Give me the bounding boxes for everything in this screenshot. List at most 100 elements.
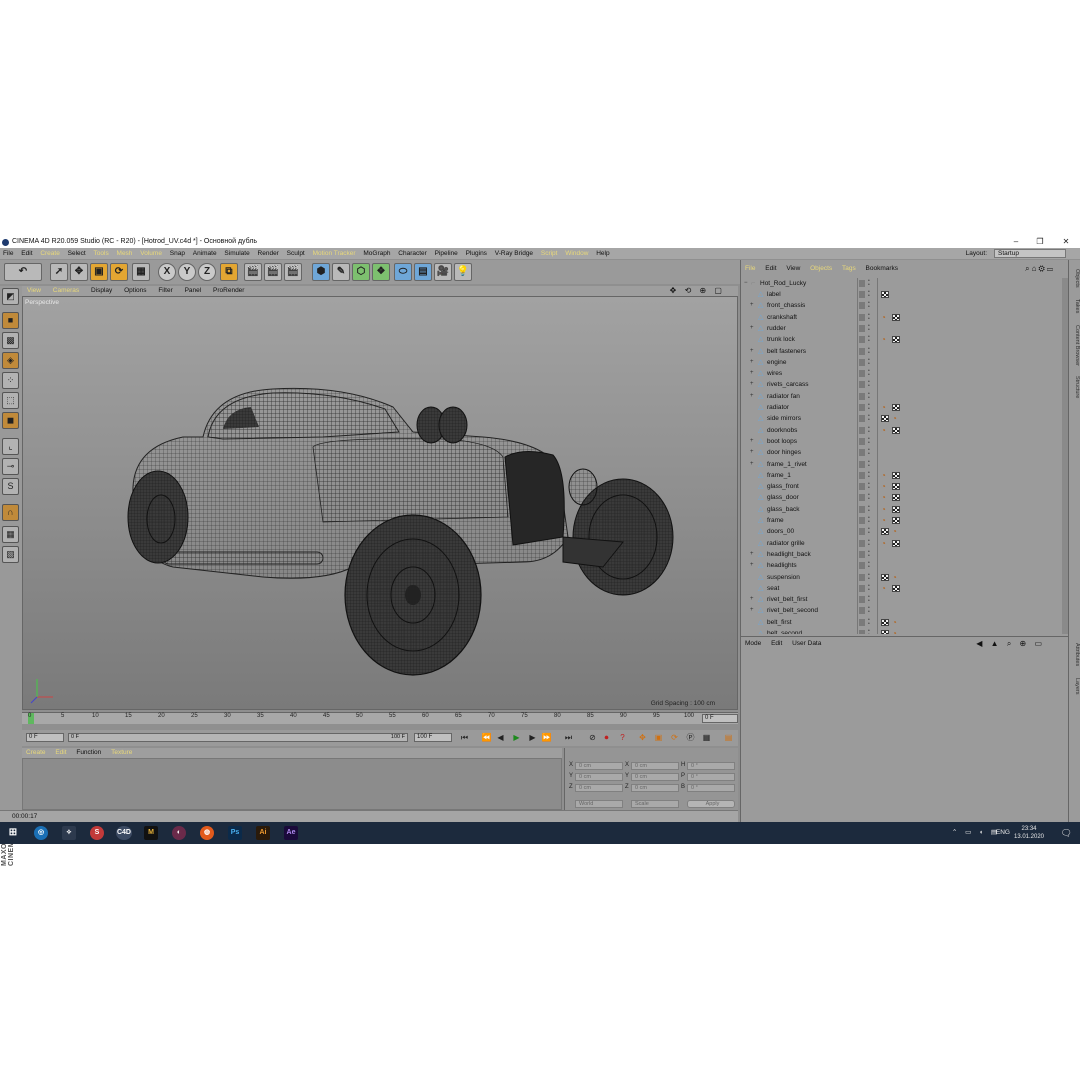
expand-icon[interactable] bbox=[750, 495, 755, 500]
coord-rot-h-field[interactable]: 0 ° bbox=[687, 762, 735, 770]
previous-key-button[interactable]: ⏪ bbox=[480, 731, 493, 744]
tab-structure[interactable]: Structure bbox=[1070, 372, 1080, 402]
visibility-toggle[interactable] bbox=[859, 280, 865, 287]
go-to-end-button[interactable]: ⏭ bbox=[562, 731, 575, 744]
visibility-toggle[interactable] bbox=[859, 630, 865, 634]
polygons-mode-button[interactable]: ◼ bbox=[2, 412, 19, 429]
expand-icon[interactable] bbox=[750, 428, 755, 433]
visibility-toggle[interactable] bbox=[859, 483, 865, 491]
viewport-menu-panel[interactable]: Panel bbox=[180, 286, 207, 296]
phong-tag-icon[interactable]: ◔ bbox=[892, 618, 900, 626]
visibility-toggle[interactable] bbox=[859, 381, 865, 389]
tab-objects[interactable]: Objects bbox=[1070, 264, 1080, 292]
texture-mode-button[interactable]: ▩ bbox=[2, 332, 19, 349]
editor-render-dots[interactable]: •• bbox=[868, 380, 870, 389]
editor-render-dots[interactable]: •• bbox=[868, 369, 870, 378]
rotate-tool-button[interactable]: ⟳ bbox=[110, 263, 128, 281]
timeline-ruler[interactable]: 0 5 10 15 20 25 30 35 40 45 50 55 60 65 … bbox=[22, 712, 738, 724]
object-row[interactable]: + △ radiator fan • • bbox=[741, 391, 1061, 402]
phong-tag-icon[interactable]: ◔ bbox=[881, 336, 889, 344]
expand-icon[interactable]: + bbox=[750, 551, 755, 557]
uvw-texture-tag-icon[interactable] bbox=[881, 291, 889, 298]
snap-button[interactable]: ∩ bbox=[2, 504, 19, 521]
axis-mode-button[interactable]: ⌞ bbox=[2, 438, 19, 455]
menu-mograph[interactable]: MoGraph bbox=[360, 248, 393, 259]
subdivision-surface-button[interactable]: ⬡ bbox=[352, 263, 370, 281]
object-row[interactable]: △belt_second •• ◔ bbox=[741, 628, 1061, 634]
expand-icon[interactable]: + bbox=[750, 461, 755, 467]
om-menu-file[interactable]: File bbox=[741, 264, 759, 274]
editor-render-dots[interactable]: •• bbox=[868, 312, 870, 321]
visibility-toggle[interactable] bbox=[859, 313, 865, 321]
editor-render-dots[interactable]: •• bbox=[868, 301, 870, 310]
object-row[interactable]: △ trunk lock • • ◔ bbox=[741, 334, 1061, 345]
menu-volume[interactable]: Volume bbox=[137, 248, 165, 259]
key-position-button[interactable]: ✥ bbox=[636, 731, 649, 744]
visibility-toggle[interactable] bbox=[859, 494, 865, 502]
expand-icon[interactable]: + bbox=[750, 381, 755, 387]
expand-icon[interactable] bbox=[750, 337, 755, 342]
om-menu-bookmarks[interactable]: Bookmarks bbox=[862, 264, 903, 274]
editor-render-dots[interactable]: •• bbox=[868, 538, 870, 547]
visibility-toggle[interactable] bbox=[859, 449, 865, 457]
coord-apply-button[interactable]: Apply bbox=[687, 800, 735, 808]
editor-render-dots[interactable]: •• bbox=[868, 357, 870, 366]
deformer-button[interactable]: ⬭ bbox=[394, 263, 412, 281]
uvw-texture-tag-icon[interactable] bbox=[881, 573, 889, 581]
phong-tag-icon[interactable]: ◔ bbox=[881, 483, 889, 491]
object-row[interactable]: + △ engine • • bbox=[741, 357, 1061, 368]
uvw-texture-tag-icon[interactable] bbox=[892, 584, 900, 592]
collapse-icon[interactable]: − bbox=[744, 280, 749, 286]
end-frame-field[interactable]: 100 F bbox=[414, 733, 452, 742]
browser-icon[interactable]: ◎ bbox=[34, 826, 48, 840]
uvw-texture-tag-icon[interactable] bbox=[892, 471, 900, 479]
expand-icon[interactable] bbox=[750, 507, 755, 512]
menu-window[interactable]: Window bbox=[562, 248, 591, 259]
material-menu-edit[interactable]: Edit bbox=[51, 748, 70, 758]
menu-simulate[interactable]: Simulate bbox=[221, 248, 252, 259]
undo-button[interactable]: ↶ bbox=[4, 263, 42, 281]
object-row[interactable]: △ doorknobs • • ◔ bbox=[741, 425, 1061, 436]
editor-render-dots[interactable]: •• bbox=[868, 572, 870, 581]
object-row[interactable]: △ glass_front • • ◔ bbox=[741, 481, 1061, 492]
x-axis-button[interactable]: X bbox=[158, 263, 176, 281]
editor-render-dots[interactable]: •• bbox=[868, 335, 870, 344]
phong-tag-icon[interactable]: ◔ bbox=[892, 415, 900, 423]
firefox-icon[interactable]: ◍ bbox=[200, 826, 214, 840]
render-settings-button[interactable]: 🎬 bbox=[284, 263, 302, 281]
current-frame-field[interactable]: 0 F bbox=[702, 714, 738, 723]
recent-tool-button[interactable]: ▦ bbox=[132, 263, 150, 281]
coord-pos-x-field[interactable]: 0 cm bbox=[575, 762, 623, 770]
visibility-toggle[interactable] bbox=[859, 584, 865, 592]
object-row[interactable]: + △ rudder • • bbox=[741, 323, 1061, 334]
tab-attributes[interactable]: Attributes bbox=[1070, 638, 1080, 672]
editor-render-dots[interactable]: •• bbox=[868, 493, 870, 502]
preview-range-slider[interactable]: 0 F 100 F bbox=[68, 733, 408, 742]
pen-spline-button[interactable]: ✎ bbox=[332, 263, 350, 281]
editor-render-dots[interactable]: •• bbox=[868, 323, 870, 332]
object-row[interactable]: △ radiator • • ◔ bbox=[741, 402, 1061, 413]
y-axis-button[interactable]: Y bbox=[178, 263, 196, 281]
object-row[interactable]: + △ belt fasteners • • bbox=[741, 346, 1061, 357]
minimize-button[interactable]: – bbox=[1004, 236, 1028, 248]
phong-tag-icon[interactable]: ◔ bbox=[881, 426, 889, 434]
workplane-lock-button[interactable]: ▦ bbox=[2, 526, 19, 543]
object-row[interactable]: + △ frame_1_rivet • • bbox=[741, 459, 1061, 470]
solo-mode-button[interactable]: S bbox=[2, 478, 19, 495]
expand-icon[interactable] bbox=[750, 586, 755, 591]
visibility-toggle[interactable] bbox=[859, 471, 865, 479]
object-row[interactable]: + △ boot loops • • bbox=[741, 436, 1061, 447]
edges-mode-button[interactable]: ⬚ bbox=[2, 392, 19, 409]
close-button[interactable]: ✕ bbox=[1054, 236, 1078, 248]
after-effects-icon[interactable]: Ae bbox=[284, 826, 298, 840]
coord-size-y-field[interactable]: 0 cm bbox=[631, 773, 679, 781]
go-to-start-button[interactable]: ⏮ bbox=[458, 731, 471, 744]
menu-sculpt[interactable]: Sculpt bbox=[284, 248, 308, 259]
phong-tag-icon[interactable]: ◔ bbox=[881, 404, 889, 412]
om-menu-tags[interactable]: Tags bbox=[838, 264, 860, 274]
editor-render-dots[interactable]: •• bbox=[868, 436, 870, 445]
object-row-root[interactable]: − ⌐ Hot_Rod_Lucky • • bbox=[741, 278, 1061, 289]
menu-motion-tracker[interactable]: Motion Tracker bbox=[310, 248, 359, 259]
uvw-texture-tag-icon[interactable] bbox=[892, 505, 900, 513]
key-rotation-button[interactable]: ⟳ bbox=[668, 731, 681, 744]
